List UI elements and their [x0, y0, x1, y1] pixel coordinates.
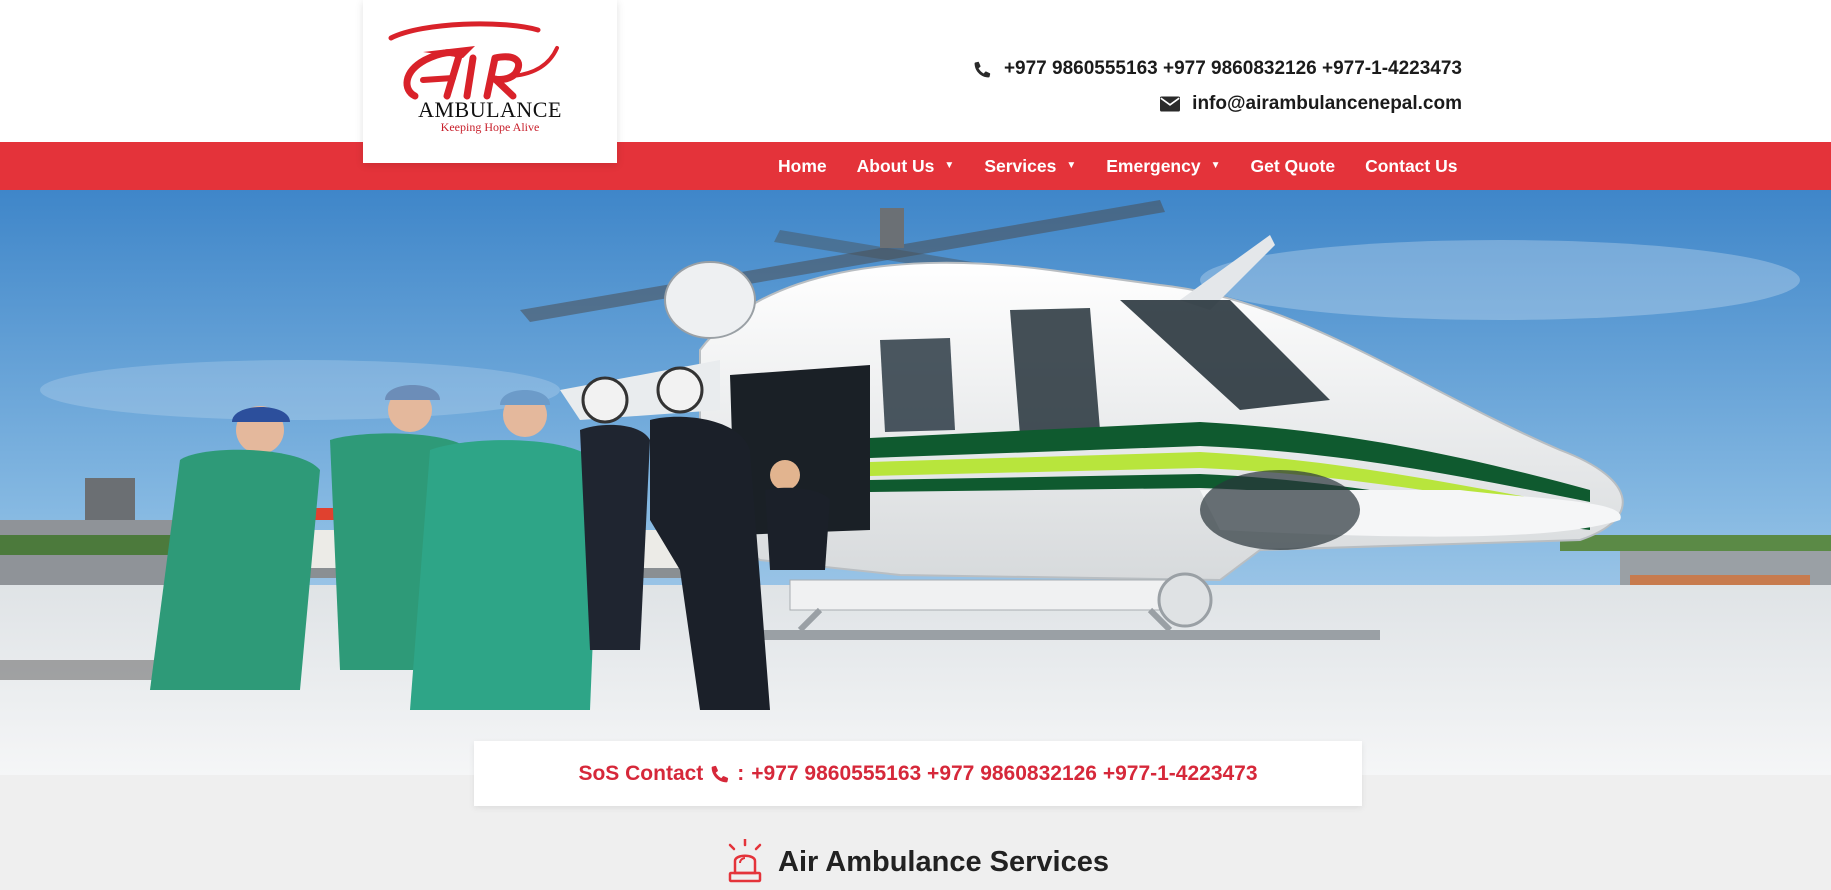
services-title: Air Ambulance Services: [778, 845, 1109, 878]
hero-banner: [0, 190, 1831, 775]
header-email-contact[interactable]: info@airambulancenepal.com: [1160, 93, 1462, 115]
nav-item-contact-us[interactable]: Contact Us: [1350, 142, 1472, 190]
hero-image: [0, 190, 1831, 775]
sos-separator: :: [737, 761, 745, 785]
nav-menu: Home About Us ▼ Services ▼ Emergency ▼ G…: [763, 142, 1472, 190]
caret-down-icon: ▼: [1066, 160, 1077, 171]
nav-item-services[interactable]: Services ▼: [969, 142, 1091, 190]
caret-down-icon: ▼: [1210, 160, 1221, 171]
air-logo-mark: [388, 21, 559, 100]
logo-tagline: Keeping Hope Alive: [440, 120, 540, 134]
site-header: AMBULANCE Keeping Hope Alive +977 986055…: [0, 0, 1831, 163]
siren-icon: [728, 839, 762, 883]
nav-item-label: Contact Us: [1365, 155, 1458, 176]
nav-item-emergency[interactable]: Emergency ▼: [1091, 142, 1235, 190]
nav-item-label: Get Quote: [1250, 155, 1336, 176]
site-logo[interactable]: AMBULANCE Keeping Hope Alive: [363, 0, 617, 163]
header-email-address: info@airambulancenepal.com: [1192, 93, 1462, 114]
sos-phone-numbers: +977 9860555163 +977 9860832126 +977-1-4…: [751, 761, 1258, 785]
nav-item-label: About Us: [856, 155, 935, 176]
envelope-icon: [1160, 96, 1181, 112]
phone-icon: [974, 61, 991, 77]
header-phone-contact[interactable]: +977 9860555163 +977 9860832126 +977-1-4…: [973, 58, 1462, 80]
main-navigation: Home About Us ▼ Services ▼ Emergency ▼ G…: [0, 142, 1831, 190]
services-heading: Air Ambulance Services: [726, 839, 1109, 885]
nav-item-home[interactable]: Home: [763, 142, 842, 190]
nav-item-label: Services: [984, 155, 1057, 176]
sos-label: SoS Contact: [578, 761, 704, 785]
nav-item-label: Emergency: [1106, 155, 1201, 176]
header-phone-numbers: +977 9860555163 +977 9860832126 +977-1-4…: [1003, 58, 1462, 79]
nav-item-get-quote[interactable]: Get Quote: [1236, 142, 1351, 190]
nav-item-label: Home: [778, 155, 827, 176]
caret-down-icon: ▼: [944, 160, 955, 171]
phone-icon: [711, 765, 729, 782]
sos-contact-bar[interactable]: SoS Contact : +977 9860555163 +977 98608…: [474, 741, 1362, 806]
nav-item-about-us[interactable]: About Us ▼: [842, 142, 970, 190]
